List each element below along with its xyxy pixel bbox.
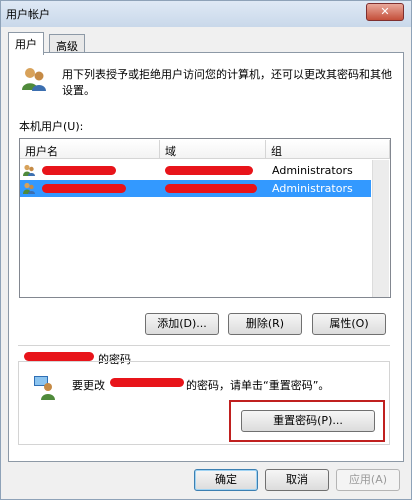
users-icon bbox=[22, 68, 46, 91]
ok-button[interactable]: 确定 bbox=[194, 469, 258, 491]
close-icon: ✕ bbox=[380, 5, 390, 18]
reset-password-button[interactable]: 重置密码(P)... bbox=[241, 410, 375, 432]
remove-user-button[interactable]: 删除(R) bbox=[228, 313, 302, 335]
title-bar bbox=[1, 1, 411, 27]
close-button[interactable]: ✕ bbox=[366, 3, 404, 21]
apply-button[interactable]: 应用(A) bbox=[336, 469, 400, 491]
group-cell: Administrators bbox=[272, 164, 353, 177]
properties-button[interactable]: 属性(O) bbox=[312, 313, 386, 335]
users-list-label: 本机用户(U): bbox=[19, 120, 84, 133]
column-header-username[interactable]: 用户名 bbox=[20, 140, 160, 159]
redacted-username bbox=[110, 378, 184, 387]
user-icon bbox=[23, 182, 35, 194]
list-scrollbar[interactable] bbox=[372, 160, 389, 297]
password-hint-prefix: 要更改 bbox=[72, 379, 105, 392]
redacted-username bbox=[24, 352, 94, 361]
column-header-domain[interactable]: 域 bbox=[160, 140, 266, 159]
redacted-username bbox=[42, 166, 116, 175]
tab-users[interactable]: 用户 bbox=[8, 32, 44, 55]
table-row-selected[interactable]: Administrators bbox=[20, 180, 371, 197]
tab-advanced[interactable]: 高级 bbox=[49, 34, 85, 53]
redacted-domain bbox=[165, 166, 253, 175]
password-hint-suffix: 的密码，请单击“重置密码”。 bbox=[186, 379, 330, 392]
description-text: 用下列表授予或拒绝用户访问您的计算机，还可以更改其密码和其他设置。 bbox=[62, 68, 392, 97]
column-header-group[interactable]: 组 bbox=[266, 140, 390, 159]
user-key-icon bbox=[34, 376, 55, 400]
user-icon bbox=[23, 164, 35, 176]
add-user-button[interactable]: 添加(D)... bbox=[145, 313, 219, 335]
redacted-username bbox=[42, 184, 126, 193]
cancel-button[interactable]: 取消 bbox=[265, 469, 329, 491]
group-cell: Administrators bbox=[272, 182, 353, 195]
table-row[interactable]: Administrators bbox=[20, 162, 371, 179]
redacted-domain bbox=[165, 184, 257, 193]
section-divider bbox=[18, 345, 390, 346]
window-title: 用户帐户 bbox=[6, 8, 50, 21]
